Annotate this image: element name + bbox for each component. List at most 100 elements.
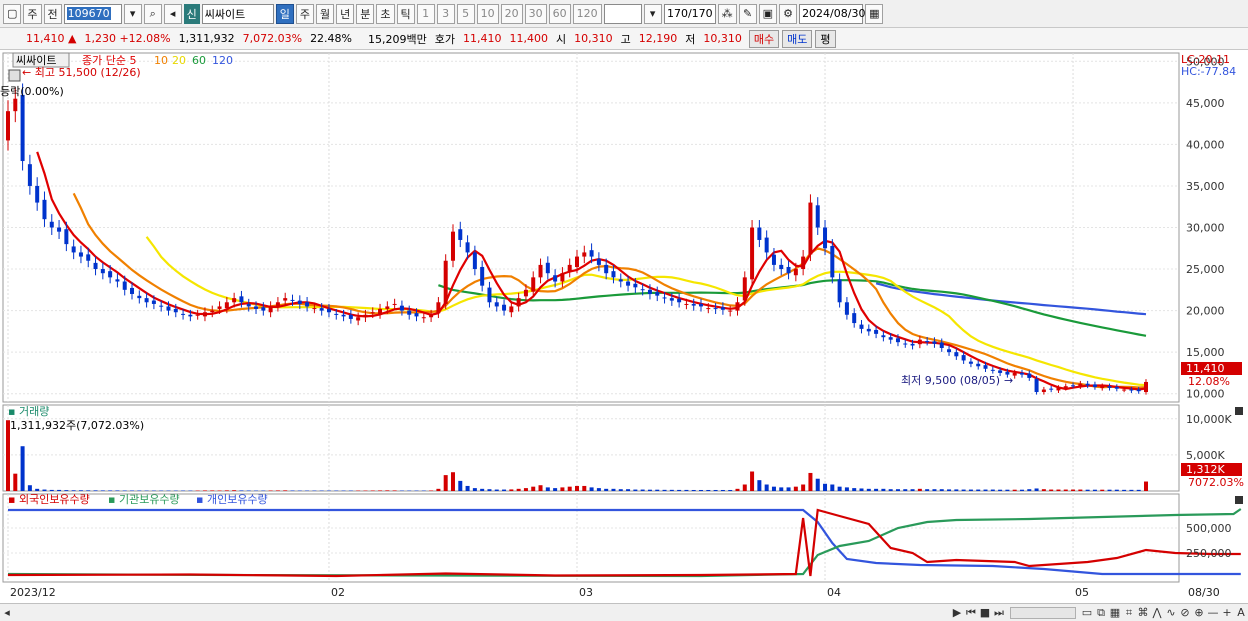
candle-body: [720, 307, 725, 310]
volume-bar: [655, 489, 660, 491]
last-price-tag: 11,410: [1186, 362, 1225, 375]
stock-chart[interactable]: 50,00045,00040,00035,00030,00025,00020,0…: [0, 51, 1248, 603]
volume-bar: [844, 487, 849, 491]
zoom-in-icon[interactable]: +: [1220, 606, 1234, 619]
eval-button[interactable]: 평: [815, 29, 836, 48]
candle-body: [750, 227, 755, 280]
minute-3-button[interactable]: 3: [436, 3, 455, 24]
tool-6-icon[interactable]: ⊕: [1192, 606, 1206, 619]
low-annotation: 최저 9,500 (08/05): [901, 374, 1000, 387]
auto-scale-icon[interactable]: A: [1234, 606, 1248, 619]
period-month-button[interactable]: 월: [316, 3, 335, 24]
candle-body: [210, 310, 215, 313]
split-icon[interactable]: ⧉: [1094, 606, 1108, 620]
nav-last-icon[interactable]: ⏭: [992, 606, 1006, 620]
nav-stop-icon[interactable]: ■: [978, 606, 992, 619]
price-tick-label: 40,000: [1186, 138, 1225, 151]
trade-amount: 15,209백만: [368, 32, 427, 46]
candle-body: [341, 314, 346, 317]
buy-button[interactable]: 매수: [748, 29, 780, 48]
minute-5-button[interactable]: 5: [456, 3, 475, 24]
volume-bar: [837, 486, 842, 491]
candle-body: [582, 252, 587, 257]
volume-bar: [275, 490, 280, 491]
minute-120-button[interactable]: 120: [572, 3, 602, 24]
period-tick-button[interactable]: 틱: [396, 3, 415, 24]
candle-body: [1012, 372, 1017, 376]
candle-body: [1136, 389, 1141, 392]
zoom-out-icon[interactable]: —: [1206, 606, 1220, 619]
grid-icon[interactable]: ▦: [1108, 606, 1122, 619]
holding-tick-label: 500,000: [1186, 522, 1232, 535]
search-icon[interactable]: ⌕: [143, 3, 162, 24]
custom-period-input[interactable]: [603, 3, 642, 24]
period-week-button[interactable]: 주: [295, 3, 315, 24]
tool-5-icon[interactable]: ⊘: [1178, 606, 1192, 619]
calendar-icon[interactable]: ▦: [865, 3, 884, 24]
minute-60-button[interactable]: 60: [548, 3, 571, 24]
candle-body: [35, 185, 40, 203]
code-input[interactable]: 109670: [63, 3, 122, 24]
zoom-slider[interactable]: [1010, 606, 1076, 619]
volume-bar: [1005, 489, 1010, 491]
minute-30-button[interactable]: 30: [524, 3, 547, 24]
candle-body: [86, 254, 91, 261]
layout-icon[interactable]: ▭: [1080, 606, 1094, 619]
volume-bar: [713, 489, 718, 491]
volume-close-icon[interactable]: [1235, 407, 1243, 415]
minute-10-button[interactable]: 10: [476, 3, 499, 24]
volume-bar: [830, 484, 835, 491]
prev-button[interactable]: 전: [43, 3, 62, 24]
box-icon[interactable]: [8, 69, 21, 82]
minute-1-button[interactable]: 1: [416, 3, 435, 24]
tool-1-icon[interactable]: ⌗: [1122, 606, 1136, 620]
gear-icon[interactable]: ⚙: [779, 3, 798, 24]
candle-body: [728, 310, 733, 312]
volume-bar: [71, 490, 76, 491]
tool-3-icon[interactable]: ⋀: [1150, 606, 1164, 619]
period-minute-button[interactable]: 분: [356, 3, 375, 24]
code-dropdown-icon[interactable]: ▾: [123, 3, 142, 24]
period-dropdown-icon[interactable]: ▾: [643, 3, 662, 24]
holding-panel: [2, 493, 1180, 583]
volume-bar: [903, 489, 908, 491]
scroll-left-icon[interactable]: ◂: [0, 606, 14, 619]
count-field[interactable]: 170/170: [663, 3, 716, 24]
sell-button[interactable]: 매도: [782, 29, 813, 48]
tool-2-icon[interactable]: ⌘: [1136, 606, 1150, 619]
period-day-button[interactable]: 일: [275, 3, 294, 24]
candle-body: [429, 314, 434, 318]
price-tick-label: 35,000: [1186, 180, 1225, 193]
chart-area[interactable]: 50,000 45,000 40,000 35,000 30,000 25,000 20,0…: [0, 51, 1248, 603]
candle-body: [443, 260, 448, 305]
volume-pct-tag: 7072.03%: [1188, 476, 1244, 489]
link-icon[interactable]: ⁂: [717, 3, 737, 24]
period-year-button[interactable]: 년: [336, 3, 355, 24]
bid-price: 11,400: [509, 32, 549, 45]
candle-body: [370, 312, 375, 314]
period-main-select[interactable]: 주: [23, 3, 42, 24]
period-second-button[interactable]: 초: [376, 3, 395, 24]
minute-20-button[interactable]: 20: [500, 3, 523, 24]
volume-bar: [976, 489, 981, 491]
window-icon[interactable]: ▢: [3, 3, 22, 24]
holding-close-icon[interactable]: [1235, 496, 1243, 504]
volume-bar: [793, 486, 798, 491]
draw-icon[interactable]: ✎: [738, 3, 757, 24]
nav-play-icon[interactable]: ▶: [950, 606, 964, 619]
candle-body: [830, 245, 835, 278]
candle-body: [254, 306, 259, 309]
candle-body: [560, 273, 565, 282]
volume-bar: [1056, 489, 1061, 491]
date-field[interactable]: 2024/08/30: [799, 3, 865, 24]
stock-name-field[interactable]: 씨싸이트: [201, 3, 274, 24]
candle-body: [983, 365, 988, 369]
candle-body: [239, 296, 244, 303]
speaker-icon[interactable]: ◂: [163, 3, 182, 24]
volume-bar: [582, 485, 587, 491]
volume-title: ▪ 거래량: [8, 405, 49, 418]
nav-first-icon[interactable]: ⏮: [964, 606, 978, 620]
tool-4-icon[interactable]: ∿: [1164, 606, 1178, 619]
save-icon[interactable]: ▣: [758, 3, 778, 24]
candle-body: [961, 355, 966, 361]
